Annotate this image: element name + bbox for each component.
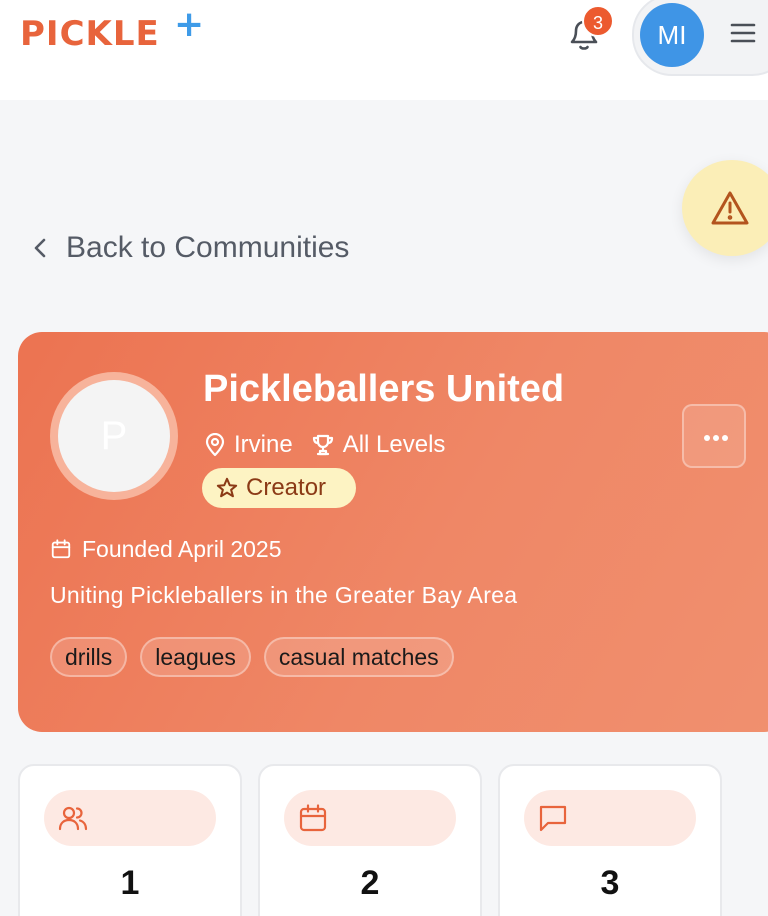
calendar-icon <box>51 539 71 559</box>
more-dots-icon <box>704 435 710 441</box>
logo-text: PICKLE <box>20 14 160 54</box>
founded-text: Founded April 2025 <box>82 535 282 562</box>
logo-plus: + <box>174 4 206 45</box>
creator-badge: Creator <box>202 468 356 508</box>
chevron-left-icon <box>34 238 46 258</box>
events-stat-card[interactable]: 2 <box>258 764 482 916</box>
community-meta: Irvine All Levels <box>204 428 445 462</box>
star-icon <box>216 477 238 498</box>
more-dot <box>713 435 719 441</box>
community-description: Uniting Pickleballers in the Greater Bay… <box>50 582 518 608</box>
hamburger-menu-icon[interactable] <box>730 22 756 44</box>
posts-stat-card[interactable]: 3 <box>498 764 722 916</box>
skill-level: All Levels <box>311 431 446 459</box>
tag-chip[interactable]: leagues <box>140 637 251 677</box>
app-logo[interactable]: PICKLE + <box>20 4 204 54</box>
more-options-button[interactable] <box>682 404 746 468</box>
posts-count: 3 <box>600 864 620 902</box>
users-icon <box>58 806 88 831</box>
members-stat-card[interactable]: 1 <box>18 764 242 916</box>
skill-level-text: All Levels <box>342 431 446 458</box>
notification-count-badge: 3 <box>582 5 614 37</box>
events-count: 2 <box>360 864 380 902</box>
user-avatar[interactable]: MI <box>640 3 704 67</box>
community-name: Pickleballers United <box>203 368 565 410</box>
stat-icon-pill <box>44 790 216 846</box>
tag-chip[interactable]: casual matches <box>263 637 454 677</box>
calendar-icon <box>299 804 327 832</box>
report-warning-button[interactable] <box>682 160 768 256</box>
message-icon <box>539 805 567 832</box>
creator-badge-label: Creator <box>246 474 327 501</box>
community-tags: drills leagues casual matches <box>50 637 467 677</box>
stat-icon-pill <box>524 790 696 846</box>
more-dot <box>722 435 728 441</box>
members-count: 1 <box>120 864 140 902</box>
back-link-label: Back to Communities <box>66 231 350 264</box>
stat-icon-pill <box>284 790 456 846</box>
top-header: PICKLE + 3 MI <box>0 0 768 100</box>
community-avatar: P <box>58 380 170 492</box>
location: Irvine <box>204 431 293 459</box>
map-pin-icon <box>205 433 225 457</box>
founded-date: Founded April 2025 <box>50 534 282 564</box>
warning-triangle-icon <box>711 191 749 225</box>
trophy-icon <box>312 434 333 456</box>
back-to-communities-link[interactable]: Back to Communities <box>32 228 349 268</box>
location-text: Irvine <box>234 431 293 458</box>
tag-chip[interactable]: drills <box>50 637 128 677</box>
